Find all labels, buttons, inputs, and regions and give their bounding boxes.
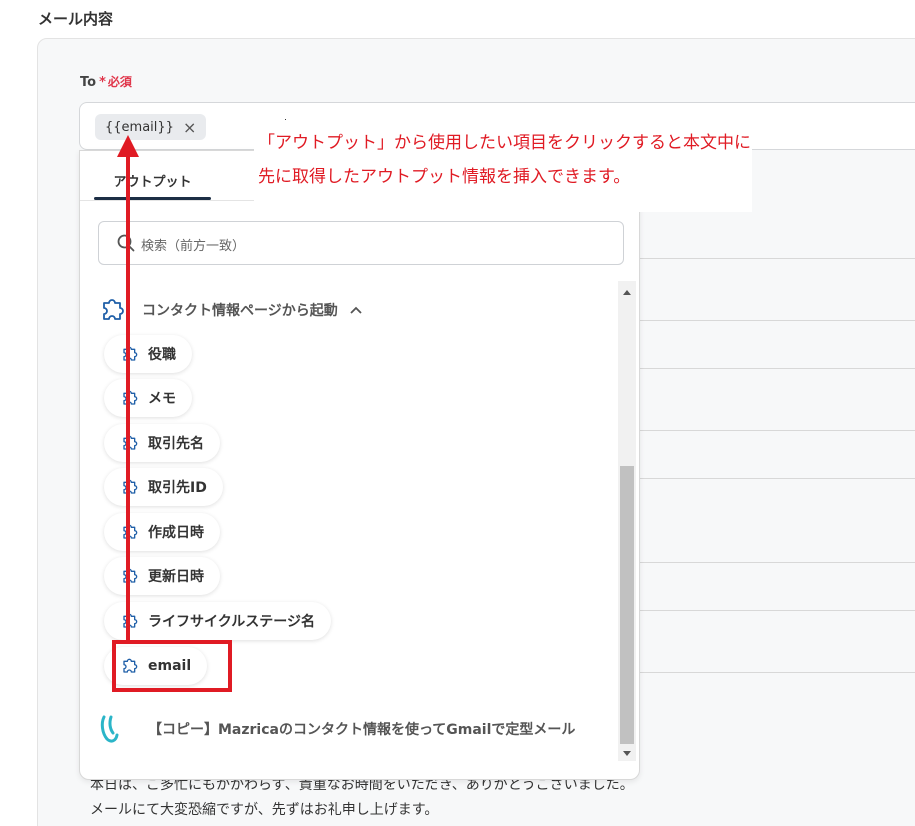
flow-logo-icon [100, 715, 119, 743]
output-item-label: 作成日時 [148, 525, 204, 541]
tab-output[interactable]: アウトプット [94, 171, 211, 190]
scroll-up-icon[interactable] [623, 290, 631, 295]
group-label: コンタクト情報ページから起動 [142, 303, 338, 319]
puzzle-icon [123, 479, 138, 494]
list-scrollbar[interactable] [618, 281, 636, 761]
scroll-down-icon[interactable] [623, 751, 631, 756]
output-item-label: 取引先ID [148, 480, 207, 496]
callout-line-2: 先に取得したアウトプット情報を挿入できます。 [258, 167, 631, 187]
required-label: 必須 [107, 75, 132, 89]
background-field-divider [640, 258, 915, 259]
background-field-divider [640, 430, 915, 431]
puzzle-icon [123, 390, 138, 405]
background-field-divider [640, 478, 915, 479]
puzzle-icon [123, 346, 138, 361]
background-field-divider [640, 562, 915, 563]
callout-line-1: 「アウトプット」から使用したい項目をクリックすると本文中に [258, 133, 751, 153]
output-item-label: 更新日時 [148, 569, 204, 585]
instruction-callout: 「アウトプット」から使用したい項目をクリックすると本文中に 先に取得したアウトプ… [254, 120, 752, 212]
output-item-memo[interactable]: メモ [104, 379, 192, 417]
flow-group-header[interactable]: 【コピー】Mazricaのコンタクト情報を使ってGmailで定型メール [100, 713, 575, 745]
output-item-lifecycle-stage[interactable]: ライフサイクルステージ名 [104, 602, 332, 640]
background-field-divider [640, 610, 915, 611]
background-field-divider [640, 320, 915, 321]
puzzle-icon [123, 613, 138, 628]
output-item-account-name[interactable]: 取引先名 [104, 424, 220, 462]
puzzle-icon [123, 435, 138, 450]
output-item-label: ライフサイクルステージ名 [148, 614, 316, 630]
to-label: To * 必須 [80, 73, 132, 90]
email-item-highlight [112, 640, 232, 692]
scrollbar-thumb[interactable] [620, 466, 634, 744]
search-input[interactable]: 検索（前方一致） [98, 221, 624, 265]
mail-body-line-2: メールにて大変恐縮ですが、先ずはお礼申し上げます。 [90, 802, 439, 818]
chip-close-icon[interactable]: × [183, 118, 196, 137]
output-item-updated-at[interactable]: 更新日時 [104, 557, 220, 595]
group-header-contact[interactable]: コンタクト情報ページから起動 [98, 295, 362, 325]
background-field-divider [640, 368, 915, 369]
output-item-position[interactable]: 役職 [104, 335, 192, 373]
puzzle-icon [123, 568, 138, 583]
required-asterisk: * [99, 75, 106, 90]
puzzle-icon [103, 299, 124, 320]
to-label-text: To [80, 75, 97, 90]
puzzle-icon [123, 524, 138, 539]
output-item-label: 取引先名 [148, 436, 204, 452]
email-chip[interactable]: {{email}} × [95, 114, 207, 140]
output-item-account-id[interactable]: 取引先ID [104, 468, 223, 506]
search-icon [117, 234, 135, 252]
chevron-up-icon[interactable] [350, 305, 362, 315]
background-field-divider [640, 672, 915, 673]
output-item-created-at[interactable]: 作成日時 [104, 513, 220, 551]
flow-label: 【コピー】Mazricaのコンタクト情報を使ってGmailで定型メール [148, 722, 576, 738]
output-item-label: メモ [148, 391, 176, 407]
output-item-label: 役職 [148, 347, 176, 363]
search-placeholder: 検索（前方一致） [141, 239, 246, 254]
email-chip-label: {{email}} [105, 119, 174, 135]
section-title: メール内容 [38, 10, 114, 28]
